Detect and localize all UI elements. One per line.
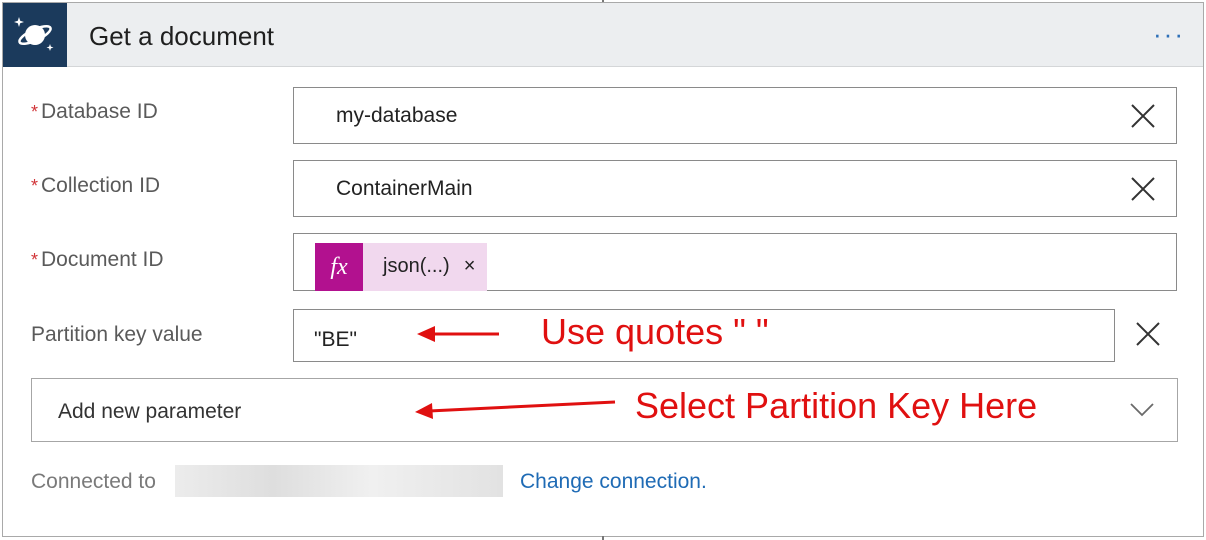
clear-collection-icon[interactable] (1130, 176, 1156, 202)
collection-id-label-text: Collection ID (41, 174, 161, 197)
action-card: Get a document ··· * Database ID my-data… (2, 2, 1204, 537)
required-marker: * (31, 250, 39, 270)
more-options-icon[interactable]: ··· (1153, 19, 1185, 49)
card-header[interactable]: Get a document ··· (3, 3, 1203, 67)
annotation-use-quotes: Use quotes " " (541, 311, 769, 352)
partition-key-label-text: Partition key value (31, 323, 203, 346)
annotation-arrow-icon (417, 326, 499, 342)
clear-database-icon[interactable] (1130, 103, 1156, 129)
remove-token-icon[interactable]: × (460, 243, 488, 291)
document-id-field[interactable]: fx json(...) × (293, 233, 1177, 291)
annotation-arrow-icon (415, 400, 616, 419)
document-id-label: * Document ID (31, 248, 164, 272)
database-id-value: my-database (336, 104, 458, 127)
partition-key-label: Partition key value (31, 323, 203, 347)
card-title: Get a document (89, 21, 274, 51)
redacted-connection-name (175, 465, 503, 497)
database-id-label-text: Database ID (41, 100, 158, 123)
collection-id-value: ContainerMain (336, 177, 473, 200)
clear-partition-icon[interactable] (1135, 321, 1161, 347)
fx-icon: fx (315, 243, 363, 291)
partition-key-value: "BE" (314, 328, 357, 351)
database-id-label: * Database ID (31, 100, 158, 124)
bottom-connector-tick (602, 536, 604, 540)
required-marker: * (31, 176, 39, 196)
add-new-parameter-label: Add new parameter (58, 400, 242, 423)
database-id-field[interactable]: my-database (293, 87, 1177, 144)
cosmos-db-icon (3, 3, 67, 67)
change-connection-link[interactable]: Change connection. (520, 470, 707, 494)
chevron-down-icon (1130, 403, 1154, 417)
required-marker: * (31, 102, 39, 122)
expression-token[interactable]: fx json(...) × (315, 243, 488, 291)
annotation-select-partition: Select Partition Key Here (635, 385, 1038, 426)
document-id-label-text: Document ID (41, 248, 164, 271)
collection-id-field[interactable]: ContainerMain (293, 160, 1177, 217)
collection-id-label: * Collection ID (31, 174, 160, 198)
token-text: json(...) (383, 255, 450, 277)
connected-to-label: Connected to (31, 470, 156, 493)
